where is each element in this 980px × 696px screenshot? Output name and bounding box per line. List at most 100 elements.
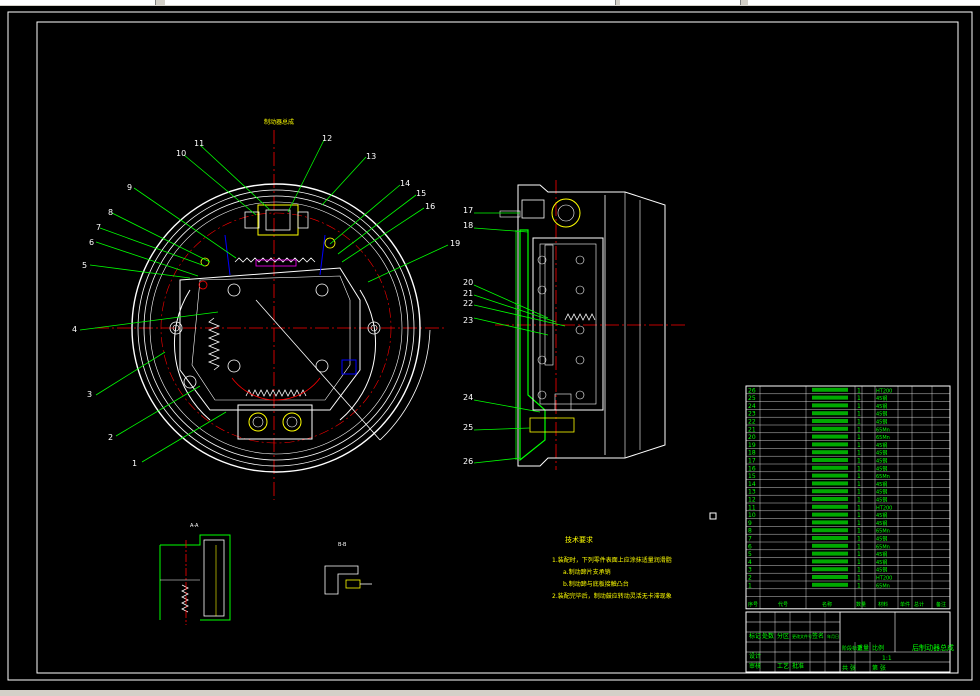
- bom-material: 45钢: [876, 419, 887, 426]
- bom-material: 65Mn: [876, 544, 890, 550]
- bom-name-cell: [812, 575, 848, 579]
- bom-qty: 1: [857, 419, 861, 426]
- bom-header-label: 单件: [900, 601, 910, 608]
- property-field[interactable]: [748, 0, 980, 5]
- bom-qty: 1: [857, 473, 861, 480]
- svg-text:处数: 处数: [762, 632, 774, 640]
- bom-qty: 1: [857, 551, 861, 558]
- bom-item-number: 2: [748, 575, 752, 582]
- bom-name-cell: [812, 497, 848, 501]
- main-view-label: 制动器总成: [264, 118, 294, 126]
- bom-name-cell: [812, 450, 848, 455]
- bom-name-cell: [812, 395, 848, 400]
- bom-item-number: 26: [748, 387, 756, 394]
- bom-material: 65Mn: [876, 583, 890, 589]
- svg-text:17: 17: [463, 206, 473, 215]
- svg-text:批准: 批准: [792, 662, 804, 670]
- bom-name-cell: [812, 504, 848, 509]
- bom-item-number: 11: [748, 504, 756, 511]
- bom-material: 65Mn: [876, 427, 890, 433]
- bom-item-number: 25: [748, 395, 756, 402]
- svg-text:设计: 设计: [749, 652, 761, 660]
- toolbar-field[interactable]: [0, 0, 156, 5]
- bom-item-number: 21: [748, 426, 756, 433]
- bom-qty: 1: [857, 575, 861, 582]
- bom-header-label: 代号: [778, 601, 788, 608]
- bom-item-number: 7: [748, 536, 752, 543]
- bom-qty: 1: [857, 536, 861, 543]
- bom-material: 45钢: [876, 520, 887, 527]
- bom-name-cell: [812, 481, 848, 486]
- svg-text:签名: 签名: [812, 632, 824, 640]
- bom-name-cell: [812, 520, 848, 525]
- svg-text:技术要求: 技术要求: [565, 535, 593, 544]
- svg-text:24: 24: [463, 393, 473, 402]
- bom-name-cell: [812, 528, 848, 533]
- svg-text:年月日: 年月日: [827, 633, 839, 639]
- svg-text:9: 9: [127, 183, 132, 192]
- bom-qty: 1: [857, 489, 861, 496]
- bom-qty: 1: [857, 512, 861, 519]
- svg-text:22: 22: [463, 299, 473, 308]
- cad-drawing-canvas[interactable]: 制动器总成 1 2 3 4 5 6 7 8 9 10 11 12 13 14 1…: [0, 6, 980, 690]
- bom-name-cell: [812, 551, 848, 556]
- svg-text:14: 14: [400, 179, 410, 188]
- svg-text:25: 25: [463, 423, 473, 432]
- bom-material: HT200: [876, 576, 892, 582]
- svg-text:23: 23: [463, 316, 473, 325]
- bom-header-label: 序号: [748, 601, 758, 608]
- svg-text:13: 13: [366, 152, 376, 161]
- bom-item-number: 19: [748, 442, 756, 449]
- status-strip: [0, 690, 980, 696]
- svg-text:分区: 分区: [777, 632, 789, 640]
- side-view: [495, 180, 685, 470]
- svg-text:A-A: A-A: [190, 523, 199, 529]
- section-b: B-B: [324, 542, 372, 595]
- svg-text:共 张: 共 张: [842, 664, 856, 672]
- command-field[interactable]: [165, 0, 616, 5]
- bom-header-label: 总计: [914, 601, 924, 608]
- bom-item-number: 18: [748, 450, 756, 457]
- bom-name-cell: [812, 426, 848, 431]
- bom-qty: 1: [857, 520, 861, 527]
- title-block: 后制动器总成 标记 处数 分区 更改文件号 签名 年月日 设计 审核 工艺 批准…: [745, 611, 954, 673]
- bom-name-cell: [812, 434, 848, 439]
- cursor-marker: [709, 512, 717, 520]
- bom-qty: 1: [857, 434, 861, 441]
- bom-name-cell: [812, 559, 848, 564]
- bom-name-cell: [812, 411, 848, 416]
- bom-item-number: 17: [748, 458, 756, 465]
- bom-item-number: 5: [748, 551, 752, 558]
- bom-material: 45钢: [876, 450, 887, 457]
- bom-item-number: 12: [748, 497, 756, 504]
- section-a: A-A: [159, 523, 231, 625]
- svg-text:11: 11: [194, 139, 204, 148]
- bom-header-label: 备注: [936, 601, 946, 608]
- svg-text:6: 6: [89, 238, 94, 247]
- svg-text:16: 16: [425, 202, 435, 211]
- bom-qty: 1: [857, 504, 861, 511]
- bom-qty: 1: [857, 442, 861, 449]
- svg-text:标记: 标记: [749, 632, 761, 640]
- layer-field[interactable]: [620, 0, 741, 5]
- bom-qty: 1: [857, 567, 861, 574]
- bom-item-number: 3: [748, 567, 752, 574]
- bom-qty: 1: [857, 528, 861, 535]
- svg-text:5: 5: [82, 261, 87, 270]
- svg-text:20: 20: [463, 278, 473, 287]
- svg-text:26: 26: [463, 457, 473, 466]
- svg-text:第 张: 第 张: [872, 664, 886, 672]
- bom-header-label: 材料: [878, 601, 888, 608]
- bom-material: 65Mn: [876, 474, 890, 480]
- bom-item-number: 24: [748, 403, 756, 410]
- svg-text:2: 2: [108, 433, 113, 442]
- bom-material: 45钢: [876, 551, 887, 558]
- bom-name-cell: [812, 473, 848, 478]
- bom-material: 45钢: [876, 512, 887, 519]
- bom-material: 45钢: [876, 395, 887, 402]
- bom-item-number: 14: [748, 481, 756, 488]
- svg-text:4: 4: [72, 325, 77, 334]
- bom-item-number: 10: [748, 512, 756, 519]
- svg-text:更改文件号: 更改文件号: [792, 633, 812, 639]
- bom-name-cell: [812, 465, 848, 470]
